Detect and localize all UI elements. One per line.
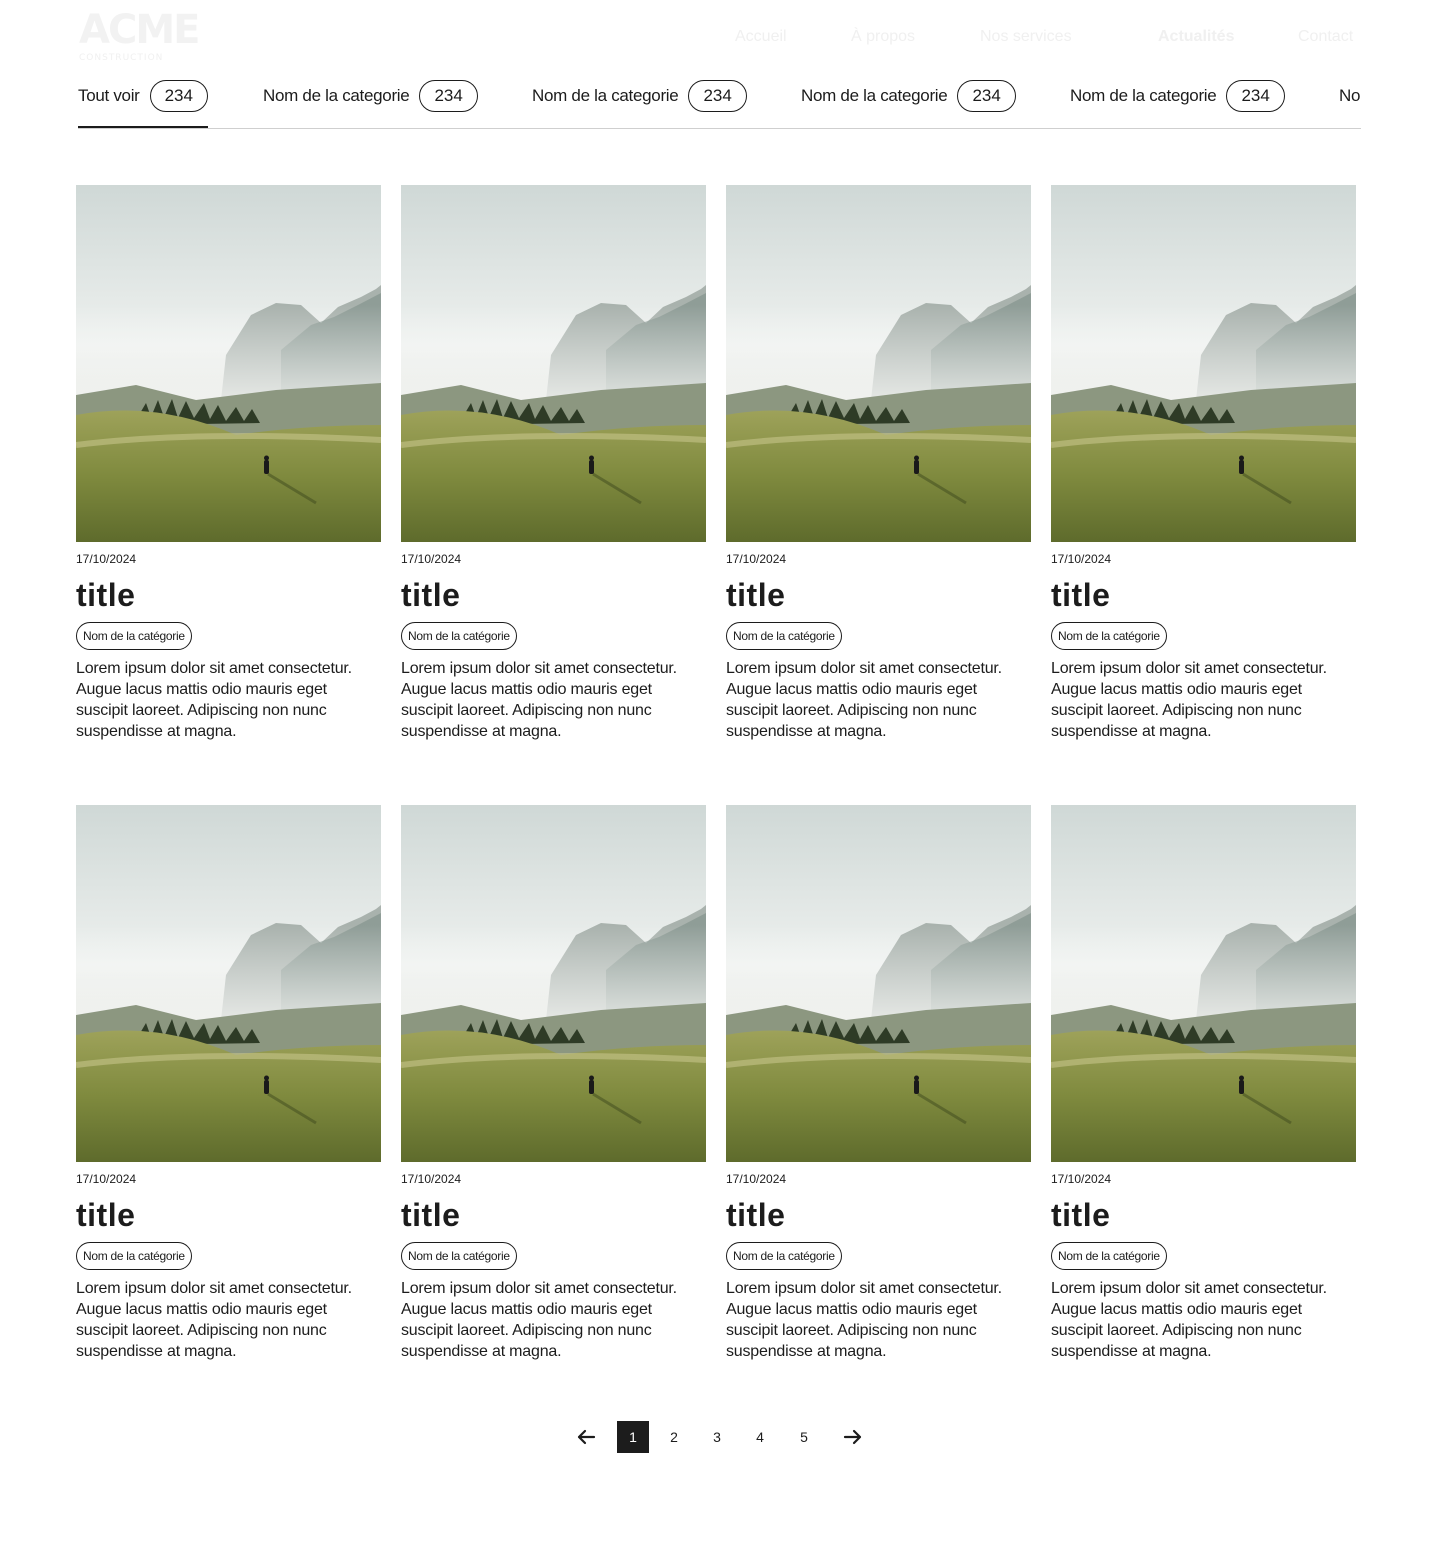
article-excerpt: Lorem ipsum dolor sit amet consectetur. … [401, 1280, 677, 1360]
tab-label: Nom de la categorie [1339, 86, 1361, 105]
article-excerpt: Lorem ipsum dolor sit amet consectetur. … [1051, 1280, 1327, 1360]
tab-label: Nom de la categorie [801, 86, 948, 105]
article-title[interactable]: title [726, 1198, 1031, 1232]
article-card[interactable]: 17/10/2024 title Nom de la catégorie Lor… [726, 805, 1031, 1362]
category-tabs: Tout voir 234 Nom de la categorie 234 No… [78, 78, 1361, 130]
article-category-chip[interactable]: Nom de la catégorie [401, 1242, 517, 1270]
nav-item-accueil[interactable]: Accueil [735, 28, 787, 46]
site-header: ACME CONSTRUCTION Accueil À propos Nos s… [0, 0, 1440, 76]
tab-label: Nom de la categorie [1070, 86, 1217, 105]
article-image[interactable] [1051, 805, 1356, 1162]
article-image[interactable] [76, 805, 381, 1162]
article-image[interactable] [1051, 185, 1356, 542]
article-date: 17/10/2024 [1051, 1172, 1112, 1186]
article-excerpt: Lorem ipsum dolor sit amet consectetur. … [726, 1280, 1002, 1360]
tab-label: Nom de la categorie [532, 86, 679, 105]
nav-item-a-propos[interactable]: À propos [851, 28, 915, 46]
article-title[interactable]: title [726, 578, 1031, 612]
article-category-chip[interactable]: Nom de la catégorie [726, 622, 842, 650]
article-image[interactable] [726, 185, 1031, 542]
tab-count-badge: 234 [957, 80, 1016, 112]
tab-count-badge: 234 [1226, 80, 1285, 112]
page-button-5[interactable]: 5 [788, 1421, 820, 1453]
main-nav: Accueil À propos Nos services Actualités… [0, 28, 1440, 52]
article-category-chip[interactable]: Nom de la catégorie [76, 622, 192, 650]
article-card[interactable]: 17/10/2024 title Nom de la catégorie Lor… [1051, 185, 1356, 742]
tab-category[interactable]: Nom de la categorie 234 [1070, 78, 1285, 128]
article-card[interactable]: 17/10/2024 title Nom de la catégorie Lor… [401, 805, 706, 1362]
article-date: 17/10/2024 [76, 552, 137, 566]
article-excerpt: Lorem ipsum dolor sit amet consectetur. … [76, 1280, 352, 1360]
article-title[interactable]: title [401, 1198, 706, 1232]
nav-item-nos-services[interactable]: Nos services [980, 28, 1072, 46]
article-card[interactable]: 17/10/2024 title Nom de la catégorie Lor… [401, 185, 706, 742]
tab-count-badge: 234 [688, 80, 747, 112]
pagination: 1 2 3 4 5 [0, 1421, 1440, 1455]
article-date: 17/10/2024 [726, 1172, 787, 1186]
article-image[interactable] [401, 805, 706, 1162]
logo-subtitle: CONSTRUCTION [79, 53, 164, 63]
nav-item-actualites[interactable]: Actualités [1158, 28, 1234, 46]
article-image[interactable] [76, 185, 381, 542]
article-date: 17/10/2024 [401, 552, 462, 566]
article-image[interactable] [401, 185, 706, 542]
tab-label: Nom de la categorie [263, 86, 410, 105]
article-date: 17/10/2024 [76, 1172, 137, 1186]
tab-label: Tout voir [78, 86, 140, 105]
article-card[interactable]: 17/10/2024 title Nom de la catégorie Lor… [726, 185, 1031, 742]
nav-item-contact[interactable]: Contact [1298, 28, 1353, 46]
article-date: 17/10/2024 [726, 552, 787, 566]
article-excerpt: Lorem ipsum dolor sit amet consectetur. … [1051, 660, 1327, 740]
article-category-chip[interactable]: Nom de la catégorie [726, 1242, 842, 1270]
article-excerpt: Lorem ipsum dolor sit amet consectetur. … [726, 660, 1002, 740]
tab-category[interactable]: Nom de la categorie 234 [532, 78, 747, 128]
article-excerpt: Lorem ipsum dolor sit amet consectetur. … [401, 660, 677, 740]
article-category-chip[interactable]: Nom de la catégorie [76, 1242, 192, 1270]
page-button-2[interactable]: 2 [658, 1421, 690, 1453]
article-card[interactable]: 17/10/2024 title Nom de la catégorie Lor… [1051, 805, 1356, 1362]
article-date: 17/10/2024 [1051, 552, 1112, 566]
article-category-chip[interactable]: Nom de la catégorie [1051, 622, 1167, 650]
arrow-left-icon[interactable] [574, 1425, 598, 1449]
article-title[interactable]: title [401, 578, 706, 612]
page-button-4[interactable]: 4 [744, 1421, 776, 1453]
article-image[interactable] [726, 805, 1031, 1162]
page-button-3[interactable]: 3 [701, 1421, 733, 1453]
page-button-1[interactable]: 1 [617, 1421, 649, 1453]
article-category-chip[interactable]: Nom de la catégorie [401, 622, 517, 650]
article-excerpt: Lorem ipsum dolor sit amet consectetur. … [76, 660, 352, 740]
article-title[interactable]: title [76, 578, 381, 612]
tab-count-badge: 234 [149, 80, 208, 112]
article-title[interactable]: title [1051, 578, 1356, 612]
tab-category[interactable]: Nom de la categorie 234 [1339, 78, 1361, 128]
article-title[interactable]: title [1051, 1198, 1356, 1232]
article-title[interactable]: title [76, 1198, 381, 1232]
tab-category[interactable]: Nom de la categorie 234 [263, 78, 478, 128]
tab-count-badge: 234 [419, 80, 478, 112]
article-card[interactable]: 17/10/2024 title Nom de la catégorie Lor… [76, 185, 381, 742]
article-card[interactable]: 17/10/2024 title Nom de la catégorie Lor… [76, 805, 381, 1362]
tab-tout-voir[interactable]: Tout voir 234 [78, 78, 208, 128]
tab-category[interactable]: Nom de la categorie 234 [801, 78, 1016, 128]
article-date: 17/10/2024 [401, 1172, 462, 1186]
article-category-chip[interactable]: Nom de la catégorie [1051, 1242, 1167, 1270]
arrow-right-icon[interactable] [841, 1425, 865, 1449]
